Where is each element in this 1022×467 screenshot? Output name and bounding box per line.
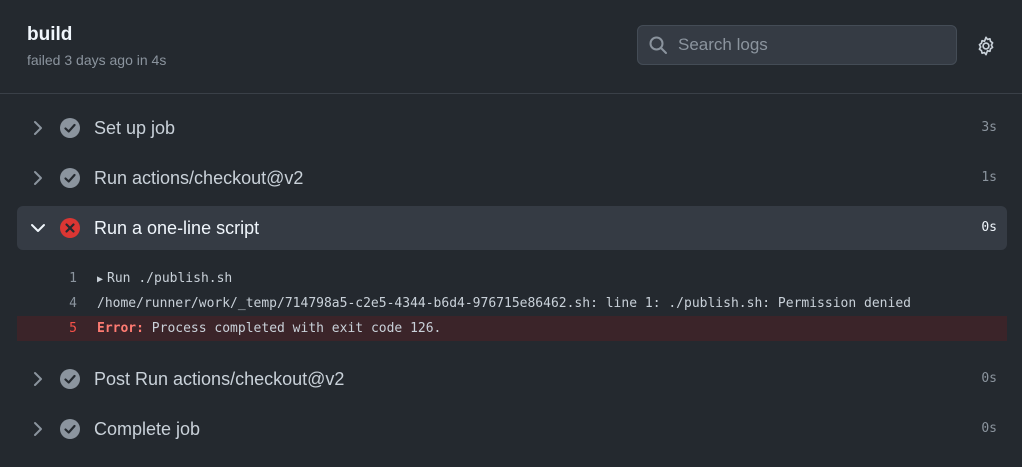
log-line-error: 5 Error: Process completed with exit cod… <box>17 316 1007 341</box>
job-title: build <box>27 24 73 45</box>
x-circle-icon <box>60 218 80 238</box>
chevron-right-icon <box>29 420 47 438</box>
job-status-meta: failed 3 days ago in 4s <box>27 52 167 68</box>
check-circle-icon <box>60 369 80 389</box>
step-duration: 0s <box>981 421 997 436</box>
chevron-right-icon <box>29 370 47 388</box>
line-number[interactable]: 1 <box>17 266 77 291</box>
step-duration: 1s <box>981 170 997 185</box>
log-line: 4 /home/runner/work/_temp/714798a5-c2e5-… <box>17 291 1007 316</box>
line-number[interactable]: 5 <box>17 316 77 341</box>
check-circle-icon <box>60 419 80 439</box>
step-complete-job[interactable]: Complete job 0s <box>17 407 1007 451</box>
step-run-checkout[interactable]: Run actions/checkout@v2 1s <box>17 156 1007 200</box>
log-text: Run ./publish.sh <box>107 271 233 286</box>
search-logs-input[interactable] <box>676 26 956 64</box>
gear-icon[interactable] <box>975 35 997 57</box>
step-run-one-line-script[interactable]: Run a one-line script 0s <box>17 206 1007 250</box>
line-number[interactable]: 4 <box>17 291 77 316</box>
chevron-down-icon <box>29 219 47 237</box>
log-line[interactable]: 1 ▶ Run ./publish.sh <box>17 266 1007 291</box>
log-text: /home/runner/work/_temp/714798a5-c2e5-43… <box>97 296 911 311</box>
error-label: Error: <box>97 321 144 336</box>
step-name: Complete job <box>94 418 201 439</box>
job-header: build failed 3 days ago in 4s <box>0 0 1022 94</box>
step-duration: 0s <box>981 371 997 386</box>
step-name: Set up job <box>94 117 176 138</box>
step-set-up-job[interactable]: Set up job 3s <box>17 106 1007 150</box>
step-name: Run a one-line script <box>94 217 260 238</box>
step-post-run-checkout[interactable]: Post Run actions/checkout@v2 0s <box>17 357 1007 401</box>
check-circle-icon <box>60 118 80 138</box>
log-text: Process completed with exit code 126. <box>143 321 442 336</box>
step-name: Post Run actions/checkout@v2 <box>94 368 345 389</box>
step-name: Run actions/checkout@v2 <box>94 167 304 188</box>
chevron-right-icon <box>29 169 47 187</box>
search-icon <box>648 35 668 55</box>
step-duration: 3s <box>981 120 997 135</box>
step-duration: 0s <box>981 220 997 235</box>
chevron-right-icon <box>29 119 47 137</box>
triangle-right-icon[interactable]: ▶ <box>97 274 103 285</box>
check-circle-icon <box>60 168 80 188</box>
search-logs-box[interactable] <box>637 25 957 65</box>
